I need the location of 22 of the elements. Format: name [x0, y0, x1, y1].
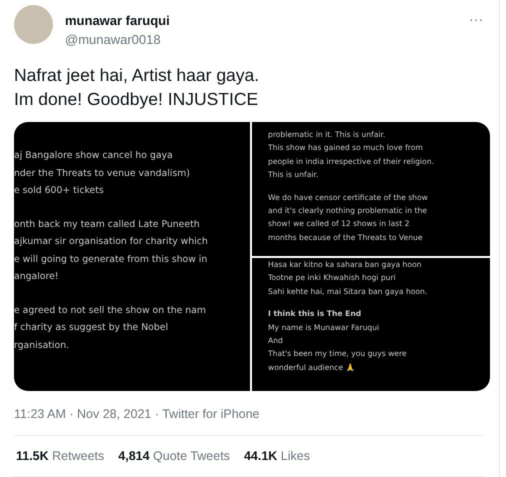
- image-text: angalore!: [14, 270, 60, 284]
- image-text: ajkumar sir organisation for charity which: [14, 235, 209, 249]
- image-text: onth back my team called Late Puneeth: [14, 218, 201, 232]
- stat-link[interactable]: 4,814 Quote Tweets: [118, 449, 230, 463]
- timestamp: 11:23 AM · Nov 28, 2021 · Twitter for iPhone: [14, 407, 261, 421]
- tweet-text: Nafrat jeet hai, Artist haar gaya.: [14, 64, 260, 87]
- more-button[interactable]: ···: [469, 12, 483, 26]
- author-name[interactable]: munawar faruqui: [65, 13, 457, 28]
- image-text: aj Bangalore show cancel ho gaya: [14, 149, 174, 163]
- image-text: e sold 600+ tickets: [14, 184, 105, 198]
- image-text: rganisation.: [14, 338, 70, 352]
- image-text: f charity as suggest by the Nobel: [14, 321, 170, 335]
- attached-image[interactable]: [14, 122, 250, 391]
- tweet-text: Im done! Goodbye! INJUSTICE: [14, 88, 260, 111]
- author-handle[interactable]: @munawar0018: [65, 32, 457, 47]
- image-text: e agreed to not sell the show on the nam: [14, 304, 207, 318]
- attached-image[interactable]: [252, 122, 490, 256]
- image-text: nder the Threats to venue vandalism): [14, 166, 191, 180]
- stat-link[interactable]: 11.5K Retweets: [16, 449, 104, 463]
- image-text: e will going to generate from this show in: [14, 252, 208, 266]
- stat-link[interactable]: 44.1K Likes: [244, 449, 310, 463]
- attached-image[interactable]: [252, 258, 490, 391]
